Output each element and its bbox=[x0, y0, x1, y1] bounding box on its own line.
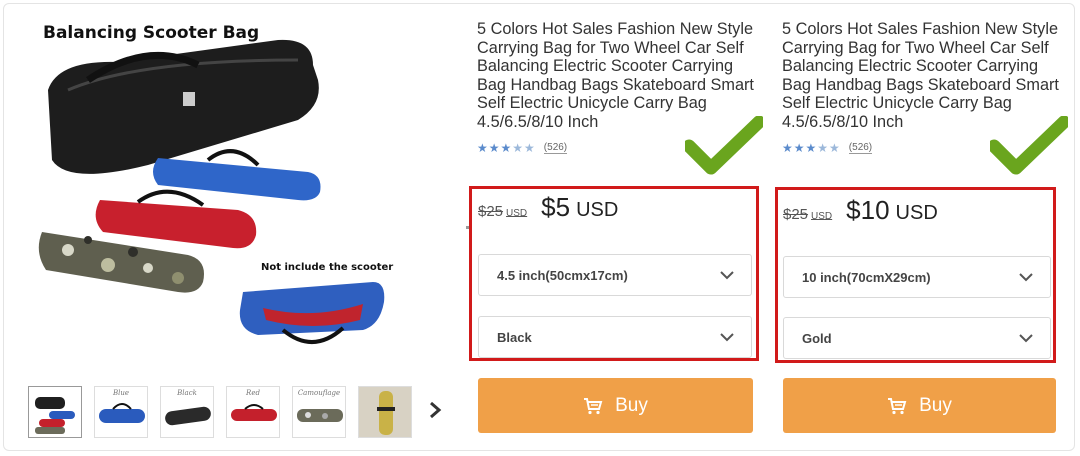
size-select[interactable]: 10 inch(70cmX29cm) bbox=[783, 256, 1051, 298]
thumbnail-1[interactable] bbox=[28, 386, 82, 438]
chevron-down-icon bbox=[1019, 273, 1033, 282]
scooter-in-bag-image bbox=[239, 282, 385, 344]
thumbnail-red[interactable]: Red bbox=[226, 386, 280, 438]
price-row: $25 USD $10 USD bbox=[783, 195, 938, 226]
chevron-down-icon bbox=[720, 271, 734, 280]
price-row: $25 USD $5 USD bbox=[478, 192, 618, 223]
color-select[interactable]: Black bbox=[478, 316, 752, 358]
old-price: $25 USD bbox=[478, 203, 528, 220]
buy-button[interactable]: Buy bbox=[478, 378, 753, 433]
thumbnail-black[interactable]: Black bbox=[160, 386, 214, 438]
cart-icon bbox=[584, 397, 603, 414]
review-count[interactable]: (526) bbox=[848, 142, 873, 154]
product-title[interactable]: 5 Colors Hot Sales Fashion New Style Car… bbox=[782, 20, 1067, 132]
checkmark-icon bbox=[990, 116, 1068, 175]
gallery-title: Balancing Scooter Bag bbox=[43, 23, 260, 43]
chevron-right-icon[interactable] bbox=[428, 400, 442, 426]
thumbnail-camouflage[interactable]: Camouflage bbox=[292, 386, 346, 438]
product-card-1: 5 Colors Hot Sales Fashion New Style Car… bbox=[477, 20, 767, 175]
image-note: Not include the scooter bbox=[261, 262, 394, 273]
current-price: $5 USD bbox=[541, 192, 619, 222]
checkmark-icon bbox=[685, 116, 763, 175]
red-bag-image bbox=[95, 189, 257, 249]
thumbnail-gold[interactable] bbox=[358, 386, 412, 438]
star-rating-icon: ★★★★★ bbox=[477, 140, 536, 155]
review-count[interactable]: (526) bbox=[543, 142, 568, 154]
thumbnail-strip: Blue Black Red Camouflage bbox=[28, 386, 412, 438]
product-main-image[interactable] bbox=[28, 20, 418, 370]
star-rating-icon: ★★★★★ bbox=[782, 140, 841, 155]
cart-icon bbox=[888, 397, 907, 414]
size-select[interactable]: 4.5 inch(50cmx17cm) bbox=[478, 254, 752, 296]
product-title[interactable]: 5 Colors Hot Sales Fashion New Style Car… bbox=[477, 20, 762, 132]
black-bag-image bbox=[48, 39, 319, 174]
current-price: $10 USD bbox=[846, 195, 938, 225]
old-price: $25 USD bbox=[783, 206, 833, 223]
chevron-down-icon bbox=[720, 333, 734, 342]
product-card-2: 5 Colors Hot Sales Fashion New Style Car… bbox=[782, 20, 1072, 175]
chevron-down-icon bbox=[1019, 334, 1033, 343]
buy-button[interactable]: Buy bbox=[783, 378, 1056, 433]
thumbnail-blue[interactable]: Blue bbox=[94, 386, 148, 438]
color-select[interactable]: Gold bbox=[783, 317, 1051, 359]
